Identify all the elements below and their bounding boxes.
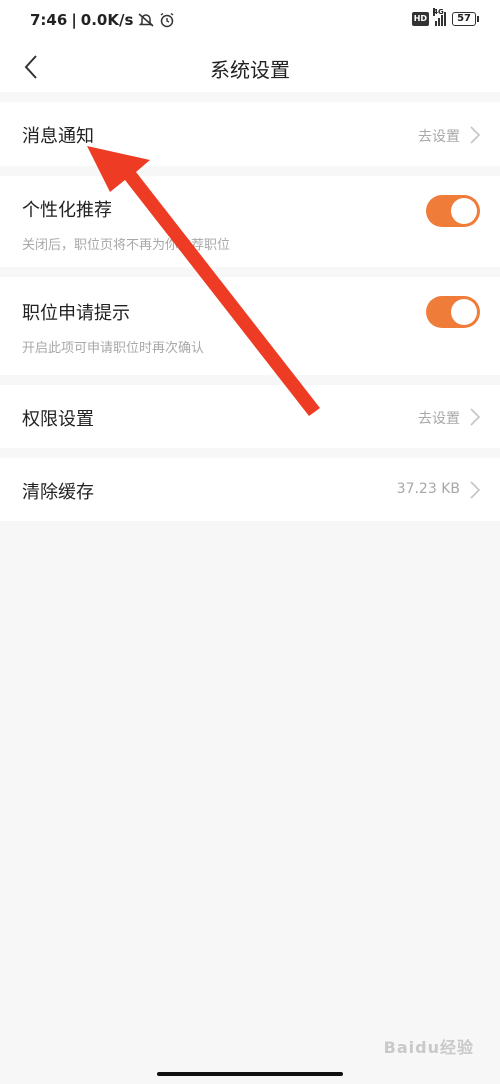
chevron-right-icon: [470, 481, 481, 499]
chevron-right-icon: [470, 408, 481, 426]
signal-icon: 4G: [433, 8, 447, 26]
nav-bar: 系统设置: [0, 42, 500, 92]
setting-notifications[interactable]: 消息通知 去设置: [0, 102, 500, 166]
cache-size: 37.23 KB: [396, 481, 460, 497]
home-indicator[interactable]: [157, 1072, 343, 1076]
chevron-right-icon: [470, 126, 481, 144]
status-right: HD 4G 57: [411, 8, 479, 26]
apply-prompt-description: 开启此项可申请职位时再次确认: [22, 341, 205, 356]
mute-icon: [137, 12, 155, 28]
watermark: Baidu经验: [383, 1038, 474, 1057]
notifications-action: 去设置: [418, 129, 460, 145]
cache-label: 清除缓存: [22, 482, 94, 503]
alarm-icon: [159, 12, 175, 28]
permissions-label: 权限设置: [22, 409, 94, 430]
personalized-description: 关闭后，职位页将不再为你推荐职位: [22, 238, 231, 253]
permissions-action: 去设置: [418, 411, 460, 427]
toggle-knob: [451, 299, 477, 325]
page-title: 系统设置: [210, 58, 290, 82]
status-left: 7:46 | 0.0K/s: [30, 11, 175, 29]
status-separator: |: [71, 11, 77, 29]
status-time: 7:46: [30, 11, 68, 29]
apply-prompt-toggle[interactable]: [426, 296, 480, 328]
network-type: 4G: [433, 8, 444, 16]
apply-prompt-label: 职位申请提示: [22, 303, 130, 324]
toggle-knob: [451, 198, 477, 224]
setting-permissions[interactable]: 权限设置 去设置: [0, 385, 500, 448]
setting-cache[interactable]: 清除缓存 37.23 KB: [0, 458, 500, 521]
hd-badge: HD: [411, 12, 430, 26]
status-speed: 0.0K/s: [80, 11, 134, 29]
notifications-label: 消息通知: [22, 126, 94, 147]
battery-icon: 57: [452, 12, 479, 26]
status-bar: 7:46 | 0.0K/s HD 4G 57: [0, 0, 500, 42]
setting-personalized: 个性化推荐 关闭后，职位页将不再为你推荐职位: [0, 176, 500, 267]
setting-apply-prompt: 职位申请提示 开启此项可申请职位时再次确认: [0, 277, 500, 375]
personalized-label: 个性化推荐: [22, 200, 112, 221]
personalized-toggle[interactable]: [426, 195, 480, 227]
